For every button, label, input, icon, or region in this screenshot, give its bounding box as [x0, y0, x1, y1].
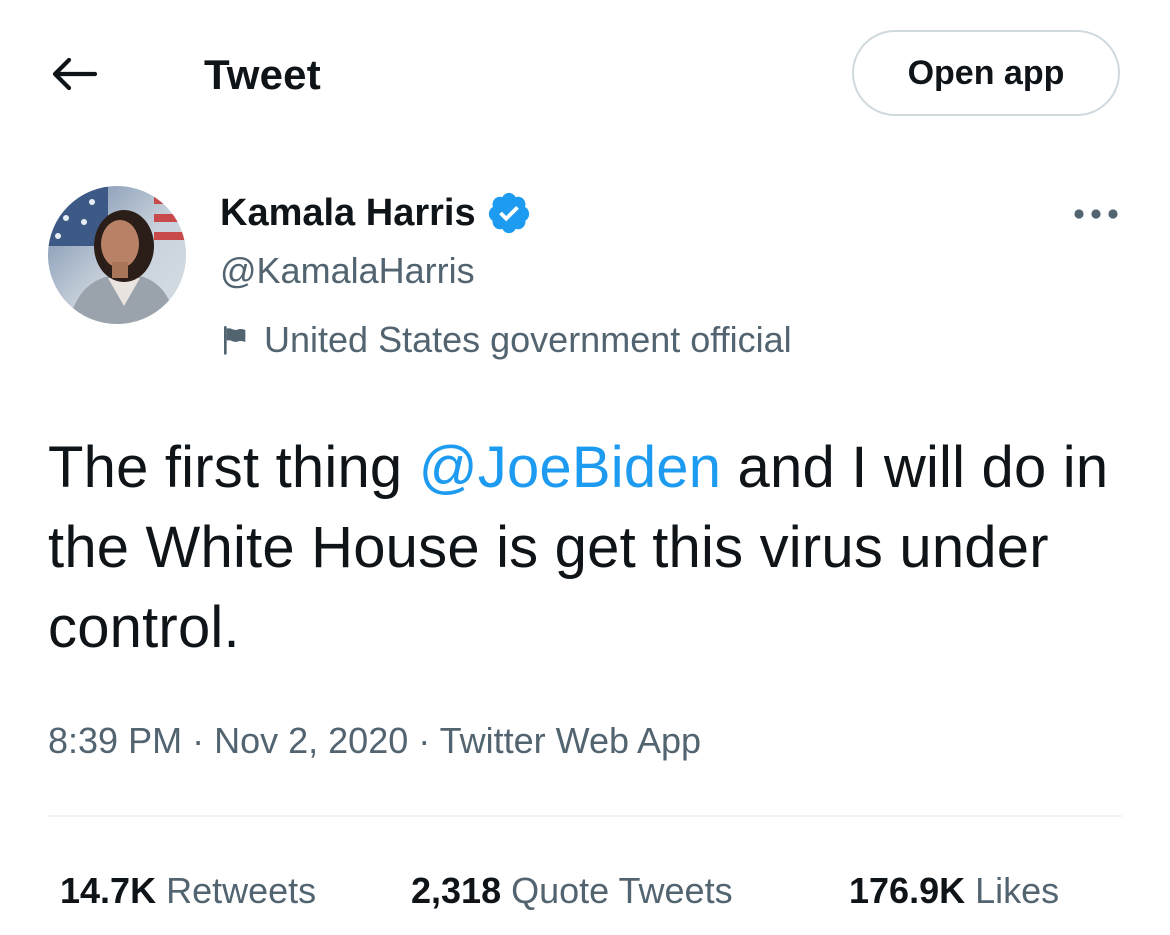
- tweet-text: The first thing @JoeBiden and I will do …: [48, 428, 1128, 668]
- likes-stat[interactable]: 176.9K Likes: [849, 868, 1059, 914]
- author-handle[interactable]: @KamalaHarris: [220, 250, 475, 292]
- meta-separator: ·: [192, 720, 205, 761]
- tweet-meta: 8:39 PM · Nov 2, 2020 · Twitter Web App: [48, 718, 701, 764]
- government-label-text: United States government official: [264, 319, 792, 360]
- author-name-text: Kamala Harris: [220, 191, 476, 234]
- tweet-time[interactable]: 8:39 PM: [48, 720, 182, 761]
- open-app-button[interactable]: Open app: [852, 30, 1120, 116]
- avatar[interactable]: [48, 186, 186, 324]
- avatar-photo: [48, 186, 186, 324]
- retweets-stat[interactable]: 14.7K Retweets: [60, 868, 316, 914]
- meta-separator: ·: [418, 720, 431, 761]
- tweet-date[interactable]: Nov 2, 2020: [214, 720, 408, 761]
- government-label[interactable]: United States government official: [220, 318, 792, 362]
- more-options-button[interactable]: [1068, 196, 1124, 232]
- tweet-text-before: The first thing: [48, 435, 419, 500]
- mention-link[interactable]: @JoeBiden: [419, 435, 722, 500]
- quote-tweets-stat[interactable]: 2,318 Quote Tweets: [411, 868, 733, 914]
- more-dots-icon: [1074, 209, 1118, 219]
- divider: [48, 815, 1122, 817]
- retweets-count: 14.7K: [60, 870, 157, 911]
- back-button[interactable]: [40, 48, 108, 100]
- likes-label: Likes: [975, 870, 1060, 911]
- arrow-left-icon: [52, 57, 97, 91]
- tweet-source[interactable]: Twitter Web App: [440, 720, 701, 761]
- flag-icon: [224, 326, 246, 355]
- retweets-label: Retweets: [166, 870, 317, 911]
- quote-tweets-count: 2,318: [411, 870, 502, 911]
- author-name[interactable]: Kamala Harris: [220, 191, 532, 235]
- verified-badge-icon: [486, 190, 532, 236]
- likes-count: 176.9K: [849, 870, 966, 911]
- page-title: Tweet: [204, 51, 321, 98]
- quote-tweets-label: Quote Tweets: [511, 870, 733, 911]
